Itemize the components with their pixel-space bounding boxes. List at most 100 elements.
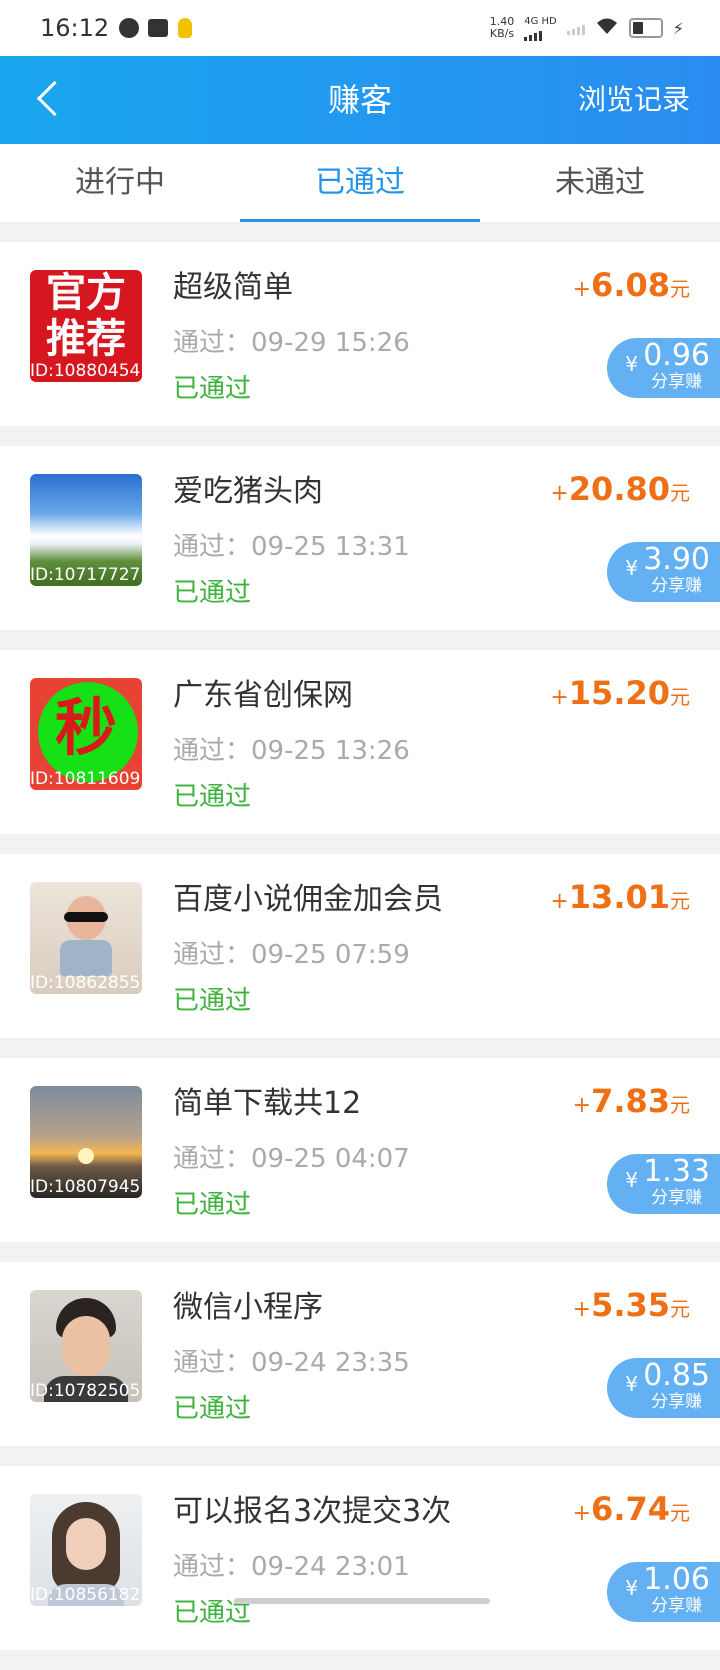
share-value: 3.90	[643, 542, 710, 577]
share-label: 分享赚	[651, 1596, 703, 1616]
task-thumbnail: ID:10717727	[30, 474, 142, 586]
plus-sign: +	[550, 889, 569, 914]
tab-bar: 进行中 已通过 未通过	[0, 144, 720, 222]
amount-value: 6.74	[591, 1490, 670, 1528]
plus-sign: +	[572, 1297, 592, 1322]
task-thumbnail: ID:10856182	[30, 1494, 142, 1606]
status-bar: 16:12 1.40 KB/s 4G HD ⚡	[0, 0, 720, 56]
amount-value: 20.80	[568, 470, 670, 508]
list-item[interactable]: ID:10807945 简单下载共12 通过：09-25 04:07 已通过 +…	[0, 1058, 720, 1242]
yuan-icon: ¥	[625, 352, 638, 376]
task-thumbnail: ID:10862855	[30, 882, 142, 994]
reward-amount: +13.01元	[550, 878, 690, 916]
amount-unit: 元	[670, 1501, 690, 1525]
amount-value: 5.35	[591, 1286, 670, 1324]
approval-time: 通过：09-29 15:26	[173, 328, 410, 358]
list-item[interactable]: ID:10856182 可以报名3次提交3次 通过：09-24 23:01 已通…	[0, 1466, 720, 1650]
reward-amount: +6.08元	[573, 266, 690, 304]
status-text: 已通过	[173, 578, 252, 608]
amount-value: 13.01	[568, 878, 670, 916]
amount-value: 7.83	[591, 1082, 670, 1120]
approval-time: 通过：09-25 13:26	[173, 736, 410, 766]
share-label: 分享赚	[651, 372, 703, 392]
task-id: ID:10811609	[30, 769, 141, 789]
yuan-icon: ¥	[625, 1576, 638, 1600]
thumbnail-logo: 官方 推荐	[30, 270, 142, 362]
task-id: ID:10880454	[30, 361, 141, 381]
amount-unit: 元	[670, 1297, 690, 1321]
thumbnail-logo-line-2: 推荐	[46, 316, 126, 362]
reward-amount: +20.80元	[550, 470, 690, 508]
clock: 16:12	[40, 14, 110, 42]
task-thumbnail: 秒 ID:10811609	[30, 678, 142, 790]
browse-history-button[interactable]: 浏览记录	[578, 56, 690, 144]
task-id: ID:10717727	[30, 565, 141, 585]
top-bar: 赚客 浏览记录	[0, 56, 720, 144]
amount-unit: 元	[670, 277, 690, 301]
task-name: 可以报名3次提交3次	[173, 1494, 452, 1529]
task-thumbnail: 官方 推荐 ID:10880454	[30, 270, 142, 382]
share-value: 0.96	[643, 338, 710, 373]
reward-amount: +5.35元	[573, 1286, 690, 1324]
thumbnail-face	[66, 1518, 106, 1570]
thumbnail-sunglasses	[64, 912, 108, 922]
reward-amount: +6.74元	[573, 1490, 690, 1528]
reward-amount: +7.83元	[573, 1082, 690, 1120]
share-earn-button[interactable]: ¥ 0.85 分享赚	[607, 1358, 720, 1418]
battery-icon	[628, 18, 663, 38]
status-text: 已通过	[173, 1394, 252, 1424]
tab-in-progress[interactable]: 进行中	[0, 144, 240, 222]
tab-approved[interactable]: 已通过	[240, 144, 480, 222]
plus-sign: +	[572, 1093, 592, 1118]
signal-icon	[524, 27, 557, 41]
plus-sign: +	[550, 685, 569, 710]
status-text: 已通过	[173, 374, 252, 404]
thumbnail-sun	[78, 1148, 94, 1164]
tab-rejected[interactable]: 未通过	[480, 144, 720, 222]
network-type: 4G HD	[524, 16, 557, 41]
task-name: 广东省创保网	[173, 678, 353, 713]
bunny-app-icon	[178, 18, 193, 38]
amount-value: 15.20	[568, 674, 670, 712]
task-name: 微信小程序	[173, 1290, 323, 1325]
yuan-icon: ¥	[625, 556, 638, 580]
share-earn-button[interactable]: ¥ 0.96 分享赚	[607, 338, 720, 398]
share-earn-button[interactable]: ¥ 3.90 分享赚	[607, 542, 720, 602]
approval-time: 通过：09-25 13:31	[173, 532, 410, 562]
status-text: 已通过	[173, 986, 252, 1016]
thumbnail-character: 秒	[54, 691, 117, 764]
plus-sign: +	[572, 277, 592, 302]
task-id: ID:10782505	[30, 1381, 141, 1401]
message-icon	[148, 19, 169, 37]
thumbnail-figure-body	[60, 940, 112, 976]
list-item[interactable]: 官方 推荐 ID:10880454 超级简单 通过：09-29 15:26 已通…	[0, 242, 720, 426]
task-id: ID:10856182	[30, 1585, 141, 1605]
yuan-icon: ¥	[625, 1168, 638, 1192]
list-item[interactable]: 秒 ID:10811609 广东省创保网 通过：09-25 13:26 已通过 …	[0, 650, 720, 834]
list-item[interactable]: ID:10717727 爱吃猪头肉 通过：09-25 13:31 已通过 +20…	[0, 446, 720, 630]
check-badge-icon	[119, 18, 140, 38]
amount-value: 6.08	[591, 266, 670, 304]
signal-2-icon	[566, 21, 585, 35]
status-text: 已通过	[173, 782, 252, 812]
amount-unit: 元	[670, 889, 690, 913]
share-earn-button[interactable]: ¥ 1.06 分享赚	[607, 1562, 720, 1622]
net-speed-unit: KB/s	[489, 27, 515, 40]
share-value: 1.33	[643, 1154, 710, 1189]
plus-sign: +	[572, 1501, 592, 1526]
task-thumbnail: ID:10782505	[30, 1290, 142, 1402]
yuan-icon: ¥	[625, 1372, 638, 1396]
thumbnail-logo-line-1: 官方	[46, 270, 126, 316]
list-item[interactable]: ID:10782505 微信小程序 通过：09-24 23:35 已通过 +5.…	[0, 1262, 720, 1446]
task-name: 超级简单	[173, 270, 293, 305]
thumbnail-face	[62, 1316, 110, 1376]
share-earn-button[interactable]: ¥ 1.33 分享赚	[607, 1154, 720, 1214]
task-id: ID:10862855	[30, 973, 141, 993]
home-indicator[interactable]	[234, 1598, 490, 1604]
approval-time: 通过：09-25 04:07	[173, 1144, 410, 1174]
list-item[interactable]: ID:10862855 百度小说佣金加会员 通过：09-25 07:59 已通过…	[0, 854, 720, 1038]
task-name: 百度小说佣金加会员	[173, 882, 443, 917]
approval-time: 通过：09-24 23:35	[173, 1348, 410, 1378]
task-thumbnail: ID:10807945	[30, 1086, 142, 1198]
net-speed: 1.40 KB/s	[490, 16, 515, 40]
